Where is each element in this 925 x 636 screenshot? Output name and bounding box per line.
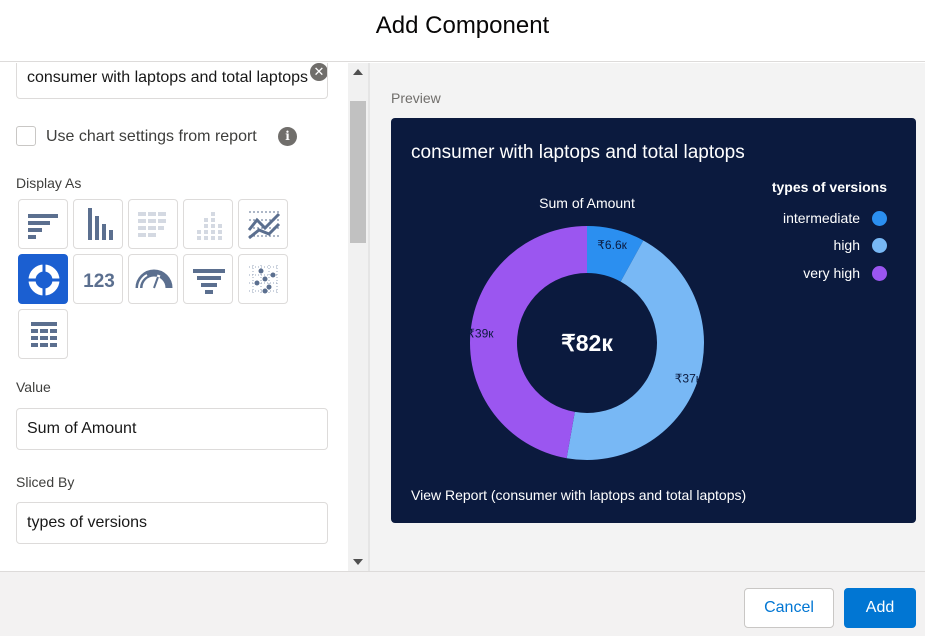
display-as-label: Display As [16, 175, 82, 191]
chart-type-metric[interactable]: 123 [73, 254, 123, 304]
legend-label: intermediate [782, 210, 860, 226]
line-chart-icon [247, 211, 281, 240]
chart-type-stacked-horizontal-bar[interactable] [128, 199, 178, 249]
funnel-chart-icon [193, 269, 225, 294]
chart-type-funnel[interactable] [183, 254, 233, 304]
scroll-up-arrow-icon[interactable] [353, 69, 363, 75]
donut-slice-label: ₹37к [675, 372, 702, 386]
legend-label: high [833, 237, 860, 253]
stacked-vertical-bar-icon [197, 212, 222, 240]
sliced-by-field[interactable]: types of versions [16, 502, 328, 544]
chart-title-input[interactable]: consumer with laptops and total laptops … [16, 63, 328, 99]
preview-panel: Preview consumer with laptops and total … [370, 63, 925, 571]
view-report-link[interactable]: View Report (consumer with laptops and t… [411, 487, 746, 503]
scroll-down-arrow-icon[interactable] [353, 559, 363, 565]
preview-label: Preview [391, 90, 441, 106]
chart-type-stacked-vertical-bar[interactable] [183, 199, 233, 249]
donut-slice-label: ₹6.6к [597, 238, 627, 252]
value-label: Value [16, 379, 51, 395]
horizontal-bar-chart-icon [28, 214, 58, 239]
chart-title-value: consumer with laptops and total laptops [27, 69, 309, 86]
legend-dot-icon [872, 237, 887, 253]
scroll-thumb[interactable] [350, 101, 366, 243]
legend-label: very high [803, 265, 860, 281]
gauge-icon [135, 269, 173, 289]
table-icon [31, 322, 57, 347]
chart-type-vertical-bar[interactable] [73, 199, 123, 249]
chart-type-scatter[interactable] [238, 254, 288, 304]
legend-title: types of versions [771, 179, 887, 195]
legend-item-high[interactable]: high [834, 235, 887, 255]
legend-dot-icon [872, 210, 887, 226]
add-button[interactable]: Add [844, 588, 916, 628]
cancel-button[interactable]: Cancel [744, 588, 834, 628]
value-field[interactable]: Sum of Amount [16, 408, 328, 450]
chart-type-gauge[interactable] [128, 254, 178, 304]
donut-slice-label: ₹39к [467, 327, 494, 341]
legend-dot-icon [872, 265, 887, 281]
chart-type-line[interactable] [238, 199, 288, 249]
settings-scrollbar[interactable] [348, 63, 368, 571]
scatter-chart-icon [249, 265, 279, 295]
donut-chart-icon [28, 264, 60, 296]
modal-header: Add Component [0, 0, 925, 62]
donut-total-label: ₹82к [561, 330, 613, 356]
use-report-settings-checkbox[interactable] [16, 126, 36, 146]
chart-type-donut[interactable] [18, 254, 68, 304]
sliced-by-label: Sliced By [16, 474, 75, 490]
metric-icon: 123 [83, 271, 115, 292]
chart-type-horizontal-bar[interactable] [18, 199, 68, 249]
chart-type-table[interactable] [18, 309, 68, 359]
chart-subtitle: Sum of Amount [539, 195, 635, 211]
stacked-horizontal-bar-icon [138, 212, 166, 237]
settings-panel: consumer with laptops and total laptops … [0, 63, 348, 571]
modal-title: Add Component [375, 12, 550, 39]
metric-icon-label: 123 [83, 271, 115, 292]
preview-card: consumer with laptops and total laptops … [391, 118, 916, 523]
use-report-settings-label: Use chart settings from report [46, 128, 257, 145]
legend-item-intermediate[interactable]: intermediate [783, 208, 887, 228]
vertical-bar-chart-icon [88, 208, 113, 240]
legend-item-very-high[interactable]: very high [803, 263, 887, 283]
modal-footer: Cancel Add [0, 571, 925, 636]
info-icon[interactable]: i [278, 127, 297, 146]
clear-icon[interactable]: ✕ [310, 63, 327, 81]
